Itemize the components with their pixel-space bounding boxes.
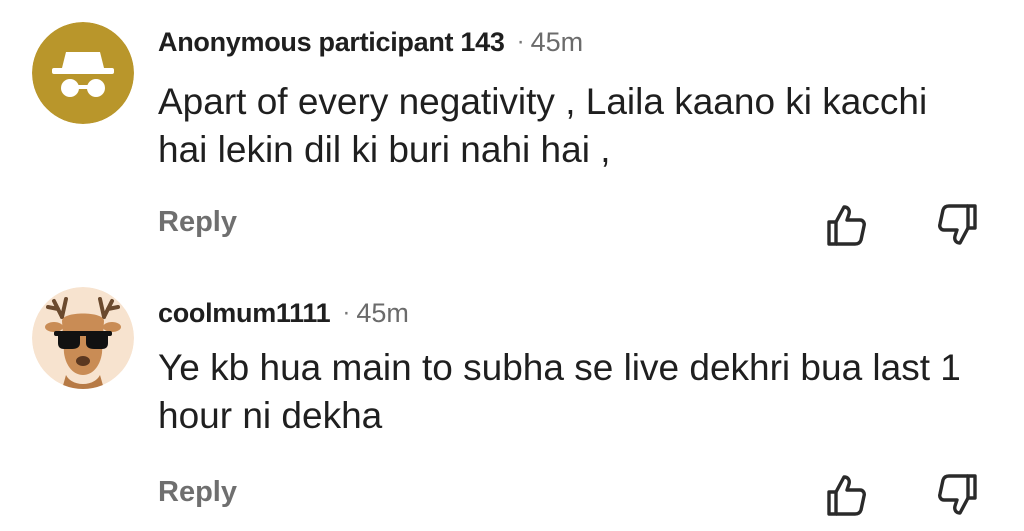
thumbs-down-icon [938,474,977,515]
comment-meta: coolmum1111 · 45m [158,293,409,333]
thumbs-up-icon [827,475,866,516]
comment-item: coolmum1111 · 45m Ye kb hua main to subh… [0,270,1024,531]
comment-item: Anonymous participant 143 · 45m Apart of… [0,0,1024,270]
like-button[interactable] [820,470,870,520]
avatar[interactable] [32,287,134,389]
comment-text: Ye kb hua main to subha se live dekhri b… [158,347,961,436]
comment-text: Apart of every negativity , Laila kaano … [158,81,928,170]
like-button[interactable] [820,200,870,250]
author-name[interactable]: Anonymous participant 143 [158,27,505,58]
deer-sunglasses-icon [32,287,134,389]
dislike-button[interactable] [934,200,984,250]
incognito-icon [32,22,134,124]
comment-meta: Anonymous participant 143 · 45m [158,22,583,62]
thumbs-down-icon [938,204,977,245]
reply-button[interactable]: Reply [158,476,237,509]
thumbs-up-icon [827,205,866,246]
timestamp: 45m [356,297,409,328]
meta-separator: · [516,28,525,55]
timestamp: 45m [530,26,584,57]
author-name[interactable]: coolmum1111 [158,298,331,329]
avatar[interactable] [32,22,134,124]
dislike-button[interactable] [934,470,984,520]
meta-separator: · [342,299,351,326]
reply-button[interactable]: Reply [158,206,237,239]
